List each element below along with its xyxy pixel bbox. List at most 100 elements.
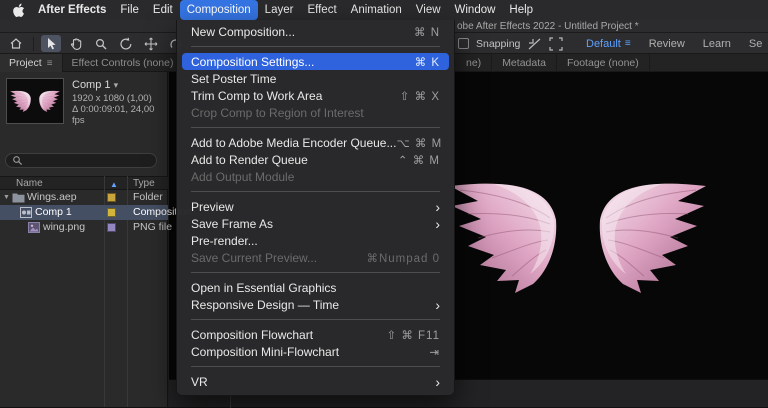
tab-project[interactable]: Project ≡ xyxy=(0,54,63,72)
comp-resolution: 1920 x 1080 (1,00) xyxy=(72,93,152,104)
project-search[interactable] xyxy=(5,153,157,168)
menu-item-save-frame-as[interactable]: Save Frame As › xyxy=(182,215,449,232)
menu-item-pre-render[interactable]: Pre-render... xyxy=(182,232,449,249)
comp-dropdown-icon[interactable]: ▾ xyxy=(114,80,119,90)
project-row-wing-png[interactable]: wing.png PNG file xyxy=(0,220,172,235)
tab-effect-controls-none[interactable]: Effect Controls (none) xyxy=(63,54,184,72)
disclosure-triangle-icon[interactable]: ▼ xyxy=(3,194,10,201)
menubar-item-animation[interactable]: Animation xyxy=(351,0,402,20)
menu-item-add-output-module: Add Output Module xyxy=(182,168,449,185)
panel-menu-icon[interactable]: ≡ xyxy=(47,58,53,69)
menu-item-responsive-design-time[interactable]: Responsive Design — Time › xyxy=(182,296,449,313)
label-color-swatch[interactable] xyxy=(107,193,116,202)
menu-item-vr[interactable]: VR › xyxy=(182,373,449,390)
workspace-label: Learn xyxy=(702,37,731,50)
menu-item-label: Trim Comp to Work Area xyxy=(191,88,323,103)
hand-tool[interactable] xyxy=(66,35,86,52)
item-type: Folder xyxy=(133,191,163,203)
menu-item-composition-settings[interactable]: Composition Settings... ⌘ K xyxy=(182,53,449,70)
menu-item-crop-comp-to-region-of-interest: Crop Comp to Region of Interest xyxy=(182,104,449,121)
menu-separator xyxy=(191,366,440,367)
snapping-label: Snapping xyxy=(476,37,521,50)
comp-name[interactable]: Comp 1 ▾ xyxy=(72,79,118,91)
menubar-item-after-effects[interactable]: After Effects xyxy=(38,0,106,20)
sort-ascending-icon[interactable]: ▲ xyxy=(110,180,118,189)
menu-separator xyxy=(191,46,440,47)
menu-item-trim-comp-to-work-area[interactable]: Trim Comp to Work Area ⇧ ⌘ X xyxy=(182,87,449,104)
column-name[interactable]: Name xyxy=(16,178,43,189)
menubar-item-window[interactable]: Window xyxy=(455,0,496,20)
workspace-review[interactable]: Review xyxy=(649,38,685,50)
menubar-item-composition[interactable]: Composition xyxy=(179,0,258,20)
column-type[interactable]: Type xyxy=(133,178,155,189)
menubar-item-edit[interactable]: Edit xyxy=(153,0,173,20)
snap-angle-icon[interactable] xyxy=(527,37,542,51)
menu-item-label: Preview xyxy=(191,199,234,214)
pan-tool[interactable] xyxy=(141,35,161,52)
snapping-checkbox[interactable] xyxy=(458,38,469,49)
home-tool[interactable] xyxy=(6,35,26,52)
menu-item-label: Responsive Design — Time xyxy=(191,297,340,312)
menubar-item-effect[interactable]: Effect xyxy=(307,0,336,20)
left-panel-tabs: Project ≡ Effect Controls (none) xyxy=(0,54,184,72)
submenu-arrow-icon: › xyxy=(435,373,440,390)
comp-thumbnail[interactable] xyxy=(6,78,64,124)
menu-item-add-to-adobe-media-encoder-queue[interactable]: Add to Adobe Media Encoder Queue... ⌥ ⌘ M xyxy=(182,134,449,151)
project-row-comp-1[interactable]: Comp 1 Composition xyxy=(0,205,191,220)
submenu-arrow-icon: › xyxy=(435,296,440,313)
menu-item-composition-flowchart[interactable]: Composition Flowchart ⇧ ⌘ F11 xyxy=(182,326,449,343)
menu-item-add-to-render-queue[interactable]: Add to Render Queue ⌃ ⌘ M xyxy=(182,151,449,168)
orbit-camera-tool[interactable] xyxy=(116,35,136,52)
toolbar-separator xyxy=(33,36,34,51)
menu-item-composition-mini-flowchart[interactable]: Composition Mini-Flowchart ⇥ xyxy=(182,343,449,360)
workspace-list: Default ≡ Review Learn Se xyxy=(586,33,762,54)
menu-item-label: Save Current Preview... xyxy=(191,250,318,265)
menu-item-open-in-essential-graphics[interactable]: Open in Essential Graphics xyxy=(182,279,449,296)
workspace-se[interactable]: Se xyxy=(749,38,762,50)
png-file-icon xyxy=(28,222,40,233)
tab-metadata[interactable]: Metadata xyxy=(492,54,557,72)
tab-footage-none[interactable]: Footage (none) xyxy=(557,54,650,72)
menubar-item-help[interactable]: Help xyxy=(509,0,533,20)
workspace-learn[interactable]: Learn xyxy=(703,38,731,50)
menu-item-shortcut: ⌃ ⌘ M xyxy=(397,154,440,167)
menubar-item-file[interactable]: File xyxy=(120,0,139,20)
selection-tool[interactable] xyxy=(41,35,61,52)
menu-item-label: Add to Render Queue xyxy=(191,152,308,167)
label-color-swatch[interactable] xyxy=(107,208,116,217)
menu-item-label: Pre-render... xyxy=(191,233,258,248)
menubar-item-layer[interactable]: Layer xyxy=(265,0,294,20)
item-name: Comp 1 xyxy=(35,206,72,218)
menu-item-label: Open in Essential Graphics xyxy=(191,280,337,295)
menu-item-label: Composition Settings... xyxy=(191,54,315,69)
tool-buttons xyxy=(6,33,186,54)
menubar-item-view[interactable]: View xyxy=(416,0,441,20)
menu-separator xyxy=(191,272,440,273)
macos-menubar: After Effects File Edit Composition Layer Eff… xyxy=(0,0,768,20)
zoom-tool[interactable] xyxy=(91,35,111,52)
workspace-menu-icon[interactable]: ≡ xyxy=(625,38,631,49)
menubar-items: After Effects File Edit Composition Layer Eff… xyxy=(38,0,533,20)
search-input[interactable] xyxy=(27,155,150,166)
tab-ne[interactable]: ne) xyxy=(456,54,493,72)
menu-item-label: VR xyxy=(191,374,208,389)
comp-name-label: Comp 1 xyxy=(72,79,111,91)
project-rows: ▼ Wings.aep Folder Comp 1 Composition wi… xyxy=(0,190,191,235)
menu-item-preview[interactable]: Preview › xyxy=(182,198,449,215)
folder-icon xyxy=(12,192,25,203)
bounding-box-icon[interactable] xyxy=(549,36,563,51)
workspace-default[interactable]: Default ≡ xyxy=(586,38,631,50)
project-column-header[interactable]: Name ▲ Type xyxy=(0,176,168,190)
project-panel: Comp 1 ▾ 1920 x 1080 (1,00) Δ 0:00:09:01… xyxy=(0,72,191,407)
apple-menu-icon[interactable] xyxy=(12,3,25,18)
project-row-wings-aep[interactable]: ▼ Wings.aep Folder xyxy=(0,190,168,205)
menu-item-shortcut: ⌘Numpad 0 xyxy=(366,252,440,265)
menu-item-shortcut: ⌘ K xyxy=(414,56,440,69)
menu-item-set-poster-time[interactable]: Set Poster Time xyxy=(182,70,449,87)
menu-item-new-composition[interactable]: New Composition... ⌘ N xyxy=(182,23,449,40)
snapping-group: Snapping xyxy=(458,33,563,54)
label-color-swatch[interactable] xyxy=(107,223,116,232)
menu-item-shortcut: ⇧ ⌘ X xyxy=(399,90,440,103)
right-panel-tabs: ne) Metadata Footage (none) xyxy=(456,54,650,72)
workspace-label: Se xyxy=(748,37,763,50)
